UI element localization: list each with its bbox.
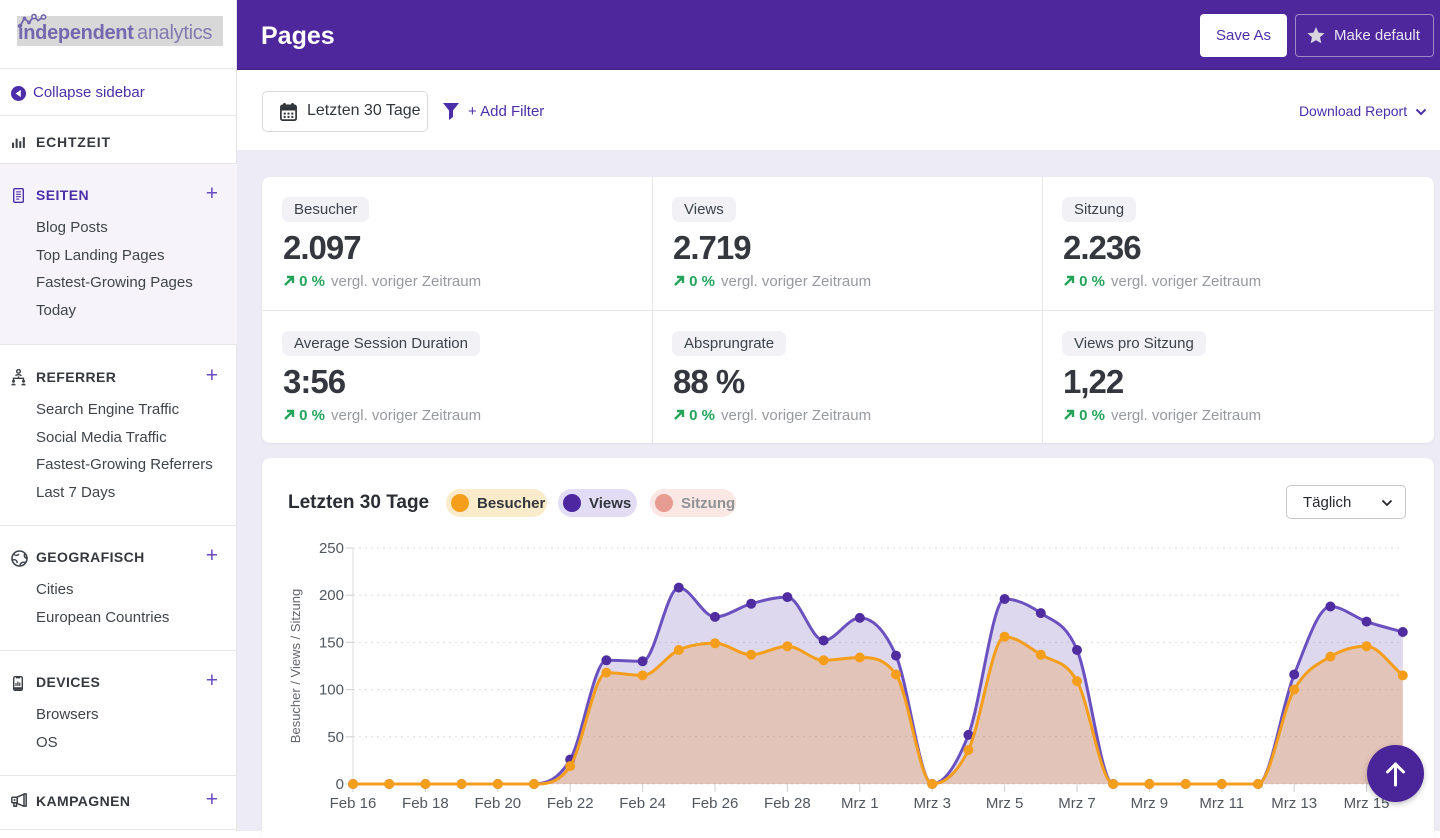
svg-text:250: 250 xyxy=(319,540,344,557)
svg-text:100: 100 xyxy=(319,682,344,699)
svg-text:Feb 18: Feb 18 xyxy=(402,795,449,812)
svg-text:Mrz 13: Mrz 13 xyxy=(1271,795,1317,812)
svg-text:Mrz 11: Mrz 11 xyxy=(1199,795,1244,812)
svg-text:0: 0 xyxy=(336,776,344,793)
svg-text:Feb 26: Feb 26 xyxy=(692,795,739,812)
svg-text:Mrz 9: Mrz 9 xyxy=(1131,795,1169,812)
svg-text:Feb 16: Feb 16 xyxy=(330,795,377,812)
svg-text:150: 150 xyxy=(319,634,344,651)
svg-text:Mrz 7: Mrz 7 xyxy=(1058,795,1096,812)
svg-text:Feb 22: Feb 22 xyxy=(547,795,594,812)
svg-text:200: 200 xyxy=(319,587,344,604)
svg-text:Feb 28: Feb 28 xyxy=(764,795,811,812)
svg-text:Feb 24: Feb 24 xyxy=(619,795,666,812)
svg-text:Feb 20: Feb 20 xyxy=(474,795,521,812)
svg-text:Mrz 3: Mrz 3 xyxy=(913,795,951,812)
svg-text:Besucher / Views / Sitzung: Besucher / Views / Sitzung xyxy=(288,589,303,743)
svg-text:Mrz 5: Mrz 5 xyxy=(986,795,1024,812)
svg-text:50: 50 xyxy=(327,729,344,746)
svg-text:Mrz 1: Mrz 1 xyxy=(841,795,879,812)
